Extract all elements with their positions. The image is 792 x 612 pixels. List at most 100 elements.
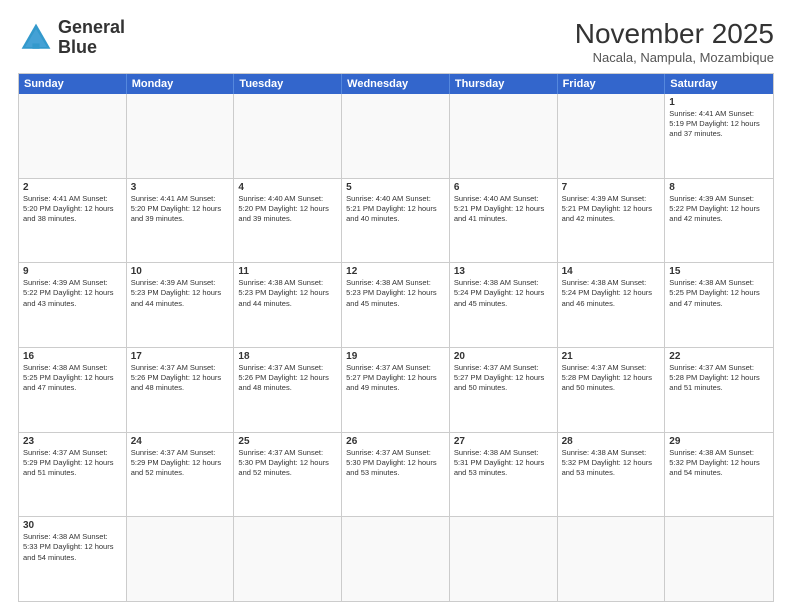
day-info: Sunrise: 4:40 AM Sunset: 5:21 PM Dayligh… (454, 194, 553, 224)
day-info: Sunrise: 4:37 AM Sunset: 5:29 PM Dayligh… (131, 448, 230, 478)
calendar-row-2: 2Sunrise: 4:41 AM Sunset: 5:20 PM Daylig… (19, 178, 773, 263)
day-info: Sunrise: 4:37 AM Sunset: 5:28 PM Dayligh… (562, 363, 661, 393)
logo: General Blue (18, 18, 125, 58)
calendar-cell: 11Sunrise: 4:38 AM Sunset: 5:23 PM Dayli… (234, 263, 342, 347)
day-info: Sunrise: 4:41 AM Sunset: 5:19 PM Dayligh… (669, 109, 769, 139)
day-info: Sunrise: 4:37 AM Sunset: 5:30 PM Dayligh… (346, 448, 445, 478)
calendar-cell (450, 517, 558, 601)
day-info: Sunrise: 4:39 AM Sunset: 5:22 PM Dayligh… (669, 194, 769, 224)
calendar-cell: 25Sunrise: 4:37 AM Sunset: 5:30 PM Dayli… (234, 433, 342, 517)
day-info: Sunrise: 4:38 AM Sunset: 5:31 PM Dayligh… (454, 448, 553, 478)
day-info: Sunrise: 4:40 AM Sunset: 5:20 PM Dayligh… (238, 194, 337, 224)
calendar-cell (234, 94, 342, 178)
calendar-cell: 17Sunrise: 4:37 AM Sunset: 5:26 PM Dayli… (127, 348, 235, 432)
day-info: Sunrise: 4:37 AM Sunset: 5:28 PM Dayligh… (669, 363, 769, 393)
calendar-cell (342, 94, 450, 178)
day-number: 20 (454, 351, 553, 362)
calendar-cell: 20Sunrise: 4:37 AM Sunset: 5:27 PM Dayli… (450, 348, 558, 432)
day-info: Sunrise: 4:41 AM Sunset: 5:20 PM Dayligh… (23, 194, 122, 224)
calendar-cell: 5Sunrise: 4:40 AM Sunset: 5:21 PM Daylig… (342, 179, 450, 263)
day-number: 9 (23, 266, 122, 277)
day-number: 7 (562, 182, 661, 193)
day-number: 14 (562, 266, 661, 277)
day-info: Sunrise: 4:37 AM Sunset: 5:27 PM Dayligh… (454, 363, 553, 393)
day-number: 17 (131, 351, 230, 362)
calendar-cell: 19Sunrise: 4:37 AM Sunset: 5:27 PM Dayli… (342, 348, 450, 432)
day-info: Sunrise: 4:39 AM Sunset: 5:22 PM Dayligh… (23, 278, 122, 308)
calendar-cell: 28Sunrise: 4:38 AM Sunset: 5:32 PM Dayli… (558, 433, 666, 517)
calendar-cell (234, 517, 342, 601)
calendar-row-4: 16Sunrise: 4:38 AM Sunset: 5:25 PM Dayli… (19, 347, 773, 432)
calendar-cell (342, 517, 450, 601)
logo-icon (18, 20, 54, 56)
calendar-cell: 8Sunrise: 4:39 AM Sunset: 5:22 PM Daylig… (665, 179, 773, 263)
calendar-cell: 6Sunrise: 4:40 AM Sunset: 5:21 PM Daylig… (450, 179, 558, 263)
day-number: 25 (238, 436, 337, 447)
calendar-cell: 24Sunrise: 4:37 AM Sunset: 5:29 PM Dayli… (127, 433, 235, 517)
day-info: Sunrise: 4:37 AM Sunset: 5:27 PM Dayligh… (346, 363, 445, 393)
day-number: 23 (23, 436, 122, 447)
title-block: November 2025 Nacala, Nampula, Mozambiqu… (575, 18, 774, 65)
day-number: 21 (562, 351, 661, 362)
day-number: 10 (131, 266, 230, 277)
calendar-cell: 27Sunrise: 4:38 AM Sunset: 5:31 PM Dayli… (450, 433, 558, 517)
calendar-cell (127, 94, 235, 178)
day-number: 12 (346, 266, 445, 277)
calendar-cell (450, 94, 558, 178)
calendar-cell: 26Sunrise: 4:37 AM Sunset: 5:30 PM Dayli… (342, 433, 450, 517)
calendar-cell: 23Sunrise: 4:37 AM Sunset: 5:29 PM Dayli… (19, 433, 127, 517)
calendar-cell: 15Sunrise: 4:38 AM Sunset: 5:25 PM Dayli… (665, 263, 773, 347)
day-number: 29 (669, 436, 769, 447)
day-info: Sunrise: 4:38 AM Sunset: 5:25 PM Dayligh… (669, 278, 769, 308)
calendar-row-5: 23Sunrise: 4:37 AM Sunset: 5:29 PM Dayli… (19, 432, 773, 517)
calendar-cell (665, 517, 773, 601)
day-info: Sunrise: 4:38 AM Sunset: 5:23 PM Dayligh… (346, 278, 445, 308)
header-day-monday: Monday (127, 74, 235, 94)
calendar-header: SundayMondayTuesdayWednesdayThursdayFrid… (19, 74, 773, 94)
calendar-cell: 16Sunrise: 4:38 AM Sunset: 5:25 PM Dayli… (19, 348, 127, 432)
day-number: 8 (669, 182, 769, 193)
calendar-cell (19, 94, 127, 178)
day-info: Sunrise: 4:37 AM Sunset: 5:30 PM Dayligh… (238, 448, 337, 478)
day-number: 19 (346, 351, 445, 362)
day-number: 26 (346, 436, 445, 447)
calendar-cell: 4Sunrise: 4:40 AM Sunset: 5:20 PM Daylig… (234, 179, 342, 263)
header-day-tuesday: Tuesday (234, 74, 342, 94)
day-number: 18 (238, 351, 337, 362)
day-number: 2 (23, 182, 122, 193)
day-number: 15 (669, 266, 769, 277)
calendar-cell: 7Sunrise: 4:39 AM Sunset: 5:21 PM Daylig… (558, 179, 666, 263)
day-info: Sunrise: 4:38 AM Sunset: 5:32 PM Dayligh… (669, 448, 769, 478)
calendar-body: 1Sunrise: 4:41 AM Sunset: 5:19 PM Daylig… (19, 94, 773, 601)
calendar-row-3: 9Sunrise: 4:39 AM Sunset: 5:22 PM Daylig… (19, 262, 773, 347)
calendar-cell: 3Sunrise: 4:41 AM Sunset: 5:20 PM Daylig… (127, 179, 235, 263)
day-number: 6 (454, 182, 553, 193)
day-info: Sunrise: 4:41 AM Sunset: 5:20 PM Dayligh… (131, 194, 230, 224)
day-info: Sunrise: 4:37 AM Sunset: 5:26 PM Dayligh… (238, 363, 337, 393)
calendar-cell: 21Sunrise: 4:37 AM Sunset: 5:28 PM Dayli… (558, 348, 666, 432)
header-day-thursday: Thursday (450, 74, 558, 94)
day-number: 22 (669, 351, 769, 362)
calendar-cell: 12Sunrise: 4:38 AM Sunset: 5:23 PM Dayli… (342, 263, 450, 347)
day-info: Sunrise: 4:37 AM Sunset: 5:29 PM Dayligh… (23, 448, 122, 478)
day-number: 28 (562, 436, 661, 447)
header-day-wednesday: Wednesday (342, 74, 450, 94)
day-info: Sunrise: 4:37 AM Sunset: 5:26 PM Dayligh… (131, 363, 230, 393)
day-info: Sunrise: 4:38 AM Sunset: 5:24 PM Dayligh… (562, 278, 661, 308)
day-info: Sunrise: 4:39 AM Sunset: 5:23 PM Dayligh… (131, 278, 230, 308)
calendar-cell: 22Sunrise: 4:37 AM Sunset: 5:28 PM Dayli… (665, 348, 773, 432)
calendar-row-6: 30Sunrise: 4:38 AM Sunset: 5:33 PM Dayli… (19, 516, 773, 601)
day-info: Sunrise: 4:38 AM Sunset: 5:24 PM Dayligh… (454, 278, 553, 308)
header-day-friday: Friday (558, 74, 666, 94)
day-number: 5 (346, 182, 445, 193)
location-subtitle: Nacala, Nampula, Mozambique (575, 50, 774, 65)
calendar-cell: 1Sunrise: 4:41 AM Sunset: 5:19 PM Daylig… (665, 94, 773, 178)
month-title: November 2025 (575, 18, 774, 50)
day-number: 1 (669, 97, 769, 108)
calendar-cell: 13Sunrise: 4:38 AM Sunset: 5:24 PM Dayli… (450, 263, 558, 347)
calendar-cell: 10Sunrise: 4:39 AM Sunset: 5:23 PM Dayli… (127, 263, 235, 347)
day-info: Sunrise: 4:38 AM Sunset: 5:25 PM Dayligh… (23, 363, 122, 393)
header-day-saturday: Saturday (665, 74, 773, 94)
calendar-cell: 18Sunrise: 4:37 AM Sunset: 5:26 PM Dayli… (234, 348, 342, 432)
day-number: 30 (23, 520, 122, 531)
